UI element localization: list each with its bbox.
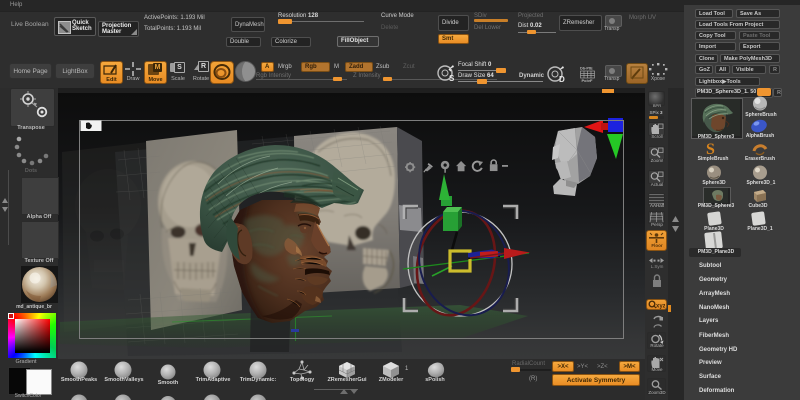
svg-text:D: D bbox=[559, 75, 565, 83]
svg-text:S: S bbox=[449, 74, 455, 82]
svg-text:xyz: xyz bbox=[656, 304, 665, 310]
svg-text:PolyF: PolyF bbox=[582, 78, 593, 82]
svg-text:Db-PtE: Db-PtE bbox=[580, 67, 593, 71]
svg-text:S: S bbox=[706, 141, 715, 156]
svg-text:1: 1 bbox=[405, 366, 409, 372]
